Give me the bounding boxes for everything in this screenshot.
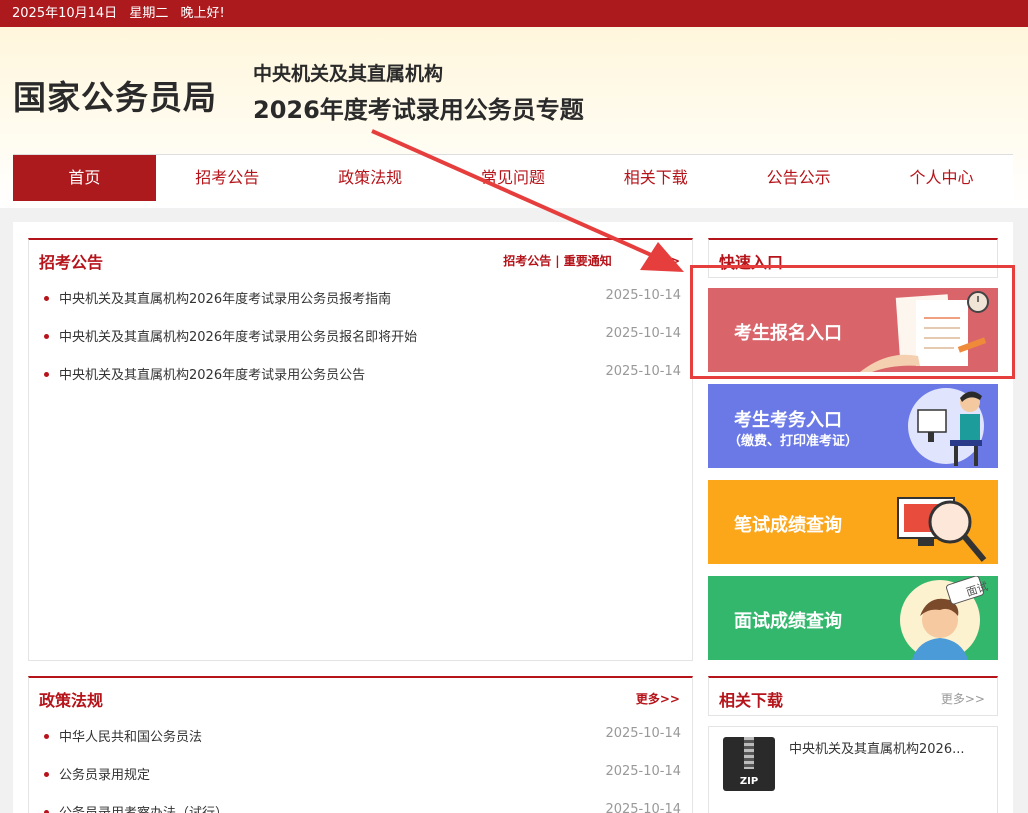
list-item[interactable]: 中华人民共和国公务员法 2025-10-14 xyxy=(29,726,692,764)
written-score-query-label: 笔试成绩查询 xyxy=(734,515,842,536)
nav-downloads[interactable]: 相关下载 xyxy=(584,155,727,201)
top-status-bar: 2025年10月14日 星期二 晚上好! xyxy=(0,0,1028,27)
notice-more-link[interactable]: >> xyxy=(660,254,680,268)
list-item-date: 2025-10-14 xyxy=(605,764,681,779)
download-item-title[interactable]: 中央机关及其直属机构2026... xyxy=(789,738,964,757)
list-item-date: 2025-10-14 xyxy=(605,726,681,741)
notice-link-recruitment[interactable]: 招考公告 xyxy=(503,254,551,268)
exam-affairs-entry-label: 考生考务入口 xyxy=(734,410,842,431)
policy-panel: 政策法规 更多>> 中华人民共和国公务员法 2025-10-14 公务员录用规定… xyxy=(28,676,693,813)
list-item[interactable]: 中央机关及其直属机构2026年度考试录用公务员公告 2025-10-14 xyxy=(29,364,692,402)
interview-score-query-button[interactable]: 面试成绩查询 面试 xyxy=(708,576,998,660)
divider: | xyxy=(555,254,560,268)
header-subtitle: 中央机关及其直属机构 xyxy=(253,63,444,85)
bullet-icon xyxy=(44,372,49,377)
policy-panel-title: 政策法规 xyxy=(39,691,104,710)
list-item-date: 2025-10-14 xyxy=(605,288,681,303)
date-text: 2025年10月14日 xyxy=(12,6,118,21)
downloads-panel-title: 相关下载 xyxy=(719,691,784,710)
notice-panel: 招考公告 招考公告 | 重要通知 >> 中央机关及其直属机构2026年度考试录用公务… xyxy=(28,238,693,661)
written-score-query-button[interactable]: 笔试成绩查询 xyxy=(708,480,998,564)
list-item-title[interactable]: 中央机关及其直属机构2026年度考试录用公务员报考指南 xyxy=(59,288,391,307)
list-item[interactable]: 中央机关及其直属机构2026年度考试录用公务员报考指南 2025-10-14 xyxy=(29,288,692,326)
nav-announcements[interactable]: 公告公示 xyxy=(727,155,870,201)
person-at-computer-icon xyxy=(908,388,984,466)
notice-link-important[interactable]: 重要通知 xyxy=(564,254,612,268)
interview-score-query-label: 面试成绩查询 xyxy=(734,611,842,632)
list-item-title[interactable]: 中央机关及其直属机构2026年度考试录用公务员报名即将开始 xyxy=(59,326,417,345)
downloads-panel: 相关下载 更多>> xyxy=(708,676,998,716)
magnifier-monitor-icon xyxy=(897,497,987,562)
main-nav: 首页 招考公告 政策法规 常见问题 相关下载 公告公示 个人中心 xyxy=(13,154,1013,201)
list-item-title[interactable]: 中央机关及其直属机构2026年度考试录用公务员公告 xyxy=(59,364,365,383)
zip-icon-label: ZIP xyxy=(739,776,759,787)
list-item-title[interactable]: 公务员录用规定 xyxy=(59,764,150,783)
downloads-more-link[interactable]: 更多>> xyxy=(941,690,985,707)
notice-panel-title: 招考公告 xyxy=(39,253,104,272)
policy-list: 中华人民共和国公务员法 2025-10-14 公务员录用规定 2025-10-1… xyxy=(29,726,692,813)
policy-more-link[interactable]: 更多>> xyxy=(636,690,680,707)
nav-home[interactable]: 首页 xyxy=(13,155,156,201)
weekday-text: 星期二 xyxy=(129,6,169,21)
nav-recruitment[interactable]: 招考公告 xyxy=(156,155,299,201)
list-item-date: 2025-10-14 xyxy=(605,326,681,341)
zipper-decoration xyxy=(744,737,754,769)
exam-affairs-entry-sublabel: （缴费、打印准考证） xyxy=(728,434,859,449)
greeting-text: 晚上好! xyxy=(180,6,225,21)
nav-personal-center[interactable]: 个人中心 xyxy=(870,155,1013,201)
list-item-title[interactable]: 公务员录用考察办法（试行） xyxy=(59,802,228,813)
list-item-date: 2025-10-14 xyxy=(605,364,681,379)
list-item[interactable]: 公务员录用规定 2025-10-14 xyxy=(29,764,692,802)
notice-panel-links: 招考公告 | 重要通知 >> xyxy=(503,252,680,269)
bullet-icon xyxy=(44,772,49,777)
notice-list: 中央机关及其直属机构2026年度考试录用公务员报考指南 2025-10-14 中… xyxy=(29,288,692,402)
nav-faq[interactable]: 常见问题 xyxy=(442,155,585,201)
list-item[interactable]: 公务员录用考察办法（试行） 2025-10-14 xyxy=(29,802,692,813)
exam-affairs-entry-button[interactable]: 考生考务入口 （缴费、打印准考证） xyxy=(708,384,998,468)
bullet-icon xyxy=(44,734,49,739)
bullet-icon xyxy=(44,296,49,301)
list-item-date: 2025-10-14 xyxy=(605,802,681,813)
list-item-title[interactable]: 中华人民共和国公务员法 xyxy=(59,726,202,745)
bullet-icon xyxy=(44,334,49,339)
zip-file-icon: ZIP xyxy=(723,737,775,791)
nav-policy[interactable]: 政策法规 xyxy=(299,155,442,201)
list-item[interactable]: 中央机关及其直属机构2026年度考试录用公务员报名即将开始 2025-10-14 xyxy=(29,326,692,364)
site-logo[interactable]: 国家公务员局 xyxy=(13,71,217,119)
annotation-highlight-frame xyxy=(690,265,1015,379)
header-title: 2026年度考试录用公务员专题 xyxy=(253,96,584,124)
